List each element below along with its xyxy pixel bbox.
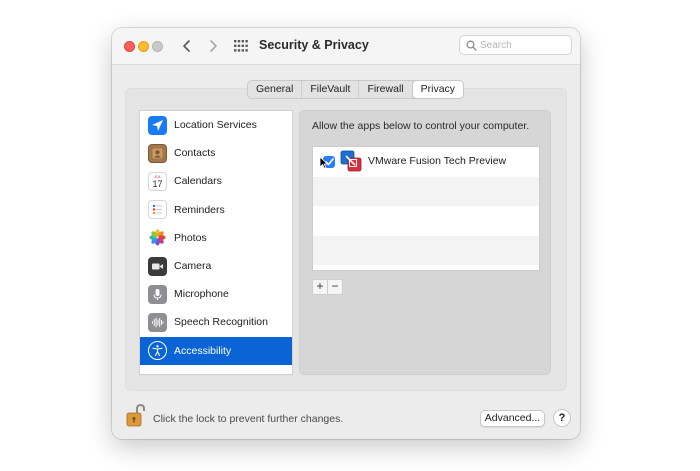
sidebar-item-microphone[interactable]: Microphone (140, 280, 292, 308)
sidebar-item-label: Reminders (174, 203, 225, 216)
remove-app-button[interactable]: − (328, 280, 342, 294)
app-name: VMware Fusion Tech Preview (368, 155, 507, 167)
microphone-icon (148, 284, 167, 304)
zoom-button[interactable] (152, 41, 163, 52)
contacts-book-icon (148, 143, 167, 163)
sidebar-item-calendars[interactable]: JUL 17 Calendars (140, 167, 292, 195)
lock-button[interactable] (125, 403, 147, 429)
sidebar-item-label: Calendars (174, 175, 222, 188)
app-list: VMware Fusion Tech Preview (312, 146, 540, 271)
sidebar-item-photos[interactable]: Photos (140, 224, 292, 252)
tab-general[interactable]: General (248, 81, 303, 98)
show-all-button[interactable] (234, 40, 248, 52)
sidebar-item-label: Photos (174, 231, 207, 244)
window-title: Security & Privacy (259, 38, 369, 52)
app-row-empty (313, 235, 539, 265)
search-icon (466, 40, 477, 51)
sidebar-item-label: Contacts (174, 147, 216, 160)
calendar-day-text: 17 (152, 178, 163, 189)
app-row-vmware-fusion[interactable]: VMware Fusion Tech Preview (313, 147, 539, 177)
search-field[interactable] (459, 35, 572, 55)
security-privacy-window: Security & Privacy General FileVault Fir… (112, 28, 580, 439)
calendar-icon: JUL 17 (148, 171, 167, 191)
privacy-category-list: Location Services Contacts JUL 17 Calend… (139, 110, 293, 375)
tab-privacy[interactable]: Privacy (412, 81, 464, 98)
sidebar-item-label: Microphone (174, 288, 229, 301)
sidebar-item-label: Accessibility (174, 344, 232, 357)
search-input[interactable] (480, 38, 566, 52)
vmware-fusion-icon (340, 150, 362, 172)
lock-status-text: Click the lock to prevent further change… (153, 413, 344, 425)
app-row-empty (313, 176, 539, 206)
sidebar-item-label: Location Services (174, 119, 257, 132)
tab-filevault[interactable]: FileVault (302, 81, 360, 98)
sidebar-item-reminders[interactable]: Reminders (140, 196, 292, 224)
sidebar-item-label: Speech Recognition (174, 316, 268, 329)
advanced-button[interactable]: Advanced... (480, 410, 545, 427)
back-button[interactable] (179, 37, 195, 55)
help-button[interactable]: ? (553, 409, 571, 427)
chevron-right-icon (210, 40, 217, 52)
photos-flower-icon (148, 228, 167, 248)
forward-button[interactable] (205, 37, 221, 55)
add-app-button[interactable]: + (313, 280, 328, 294)
tab-bar: General FileVault Firewall Privacy (247, 80, 465, 99)
accessibility-person-icon (148, 341, 167, 361)
grid-icon (234, 40, 248, 52)
close-button[interactable] (124, 41, 135, 52)
camera-icon (148, 256, 167, 276)
sidebar-item-location-services[interactable]: Location Services (140, 111, 292, 139)
lock-open-icon (126, 403, 145, 427)
chevron-left-icon (183, 40, 190, 52)
sidebar-item-camera[interactable]: Camera (140, 252, 292, 280)
waveform-icon (148, 312, 167, 332)
add-remove-control: + − (312, 279, 343, 295)
sidebar-item-label: Camera (174, 260, 212, 273)
instruction-text: Allow the apps below to control your com… (312, 120, 530, 132)
minimize-button[interactable] (138, 41, 149, 52)
location-arrow-icon (148, 115, 167, 135)
reminders-list-icon (148, 200, 167, 220)
mouse-cursor-icon (319, 156, 328, 169)
app-row-empty (313, 206, 539, 236)
sidebar-item-contacts[interactable]: Contacts (140, 139, 292, 167)
sidebar-item-speech-recognition[interactable]: Speech Recognition (140, 308, 292, 336)
tab-firewall[interactable]: Firewall (359, 81, 413, 98)
title-bar: Security & Privacy (112, 28, 580, 65)
sidebar-item-accessibility[interactable]: Accessibility (140, 336, 292, 365)
